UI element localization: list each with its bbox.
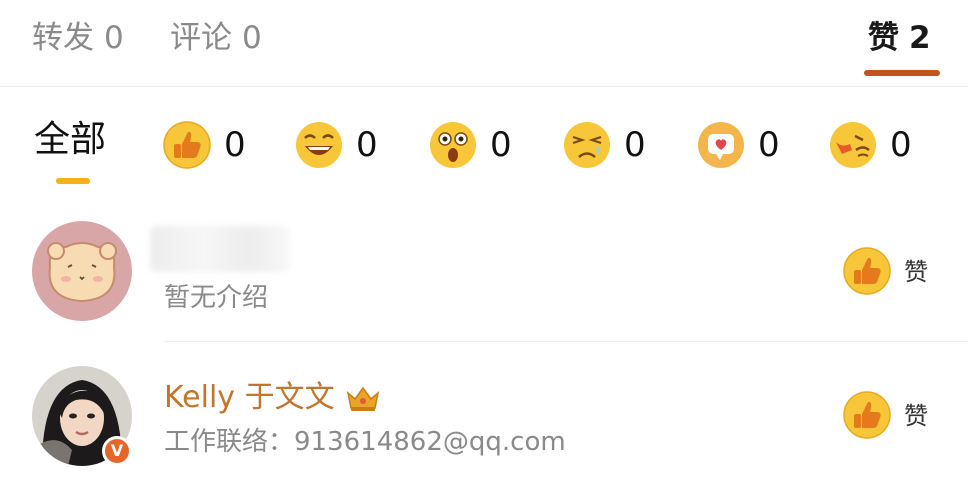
avatar[interactable]: [32, 221, 132, 321]
reaction-filter-row: 全部 0 0 0 0 0 0: [0, 86, 968, 198]
user-name[interactable]: Kelly 于文文: [164, 378, 335, 418]
like-button[interactable]: 赞: [842, 246, 942, 300]
reaction-sad-count: 0: [624, 125, 646, 165]
laughing-face-icon: [296, 122, 342, 168]
thumbs-up-icon: [843, 247, 891, 295]
like-label: 赞: [904, 402, 928, 430]
heart-hug-icon: [698, 122, 744, 168]
crown-icon: [346, 386, 380, 411]
thumbs-up-icon: [163, 121, 211, 169]
filter-all[interactable]: 全部: [34, 118, 106, 162]
reaction-wow-count: 0: [490, 125, 512, 165]
tab-comments[interactable]: 评论 0: [170, 14, 262, 62]
tab-comments-count: 0: [242, 20, 262, 56]
tab-reposts-label: 转发: [32, 20, 94, 56]
reaction-love-count: 0: [758, 125, 780, 165]
user-intro: 暂无介绍: [164, 283, 269, 313]
tab-likes[interactable]: 赞2: [868, 14, 931, 62]
surprised-face-icon: [430, 122, 476, 168]
like-button[interactable]: 赞: [842, 390, 942, 444]
tab-reposts[interactable]: 转发 0: [32, 14, 124, 62]
blurred-username[interactable]: [150, 226, 290, 272]
sad-face-icon: [564, 122, 610, 168]
thumbs-up-icon: [843, 391, 891, 439]
bear-avatar-icon: [32, 221, 132, 321]
angry-face-icon: [830, 122, 876, 168]
filter-all-indicator: [56, 178, 90, 184]
reaction-like-count: 0: [224, 125, 246, 165]
tab-bar: 转发 0 评论 0 赞2: [0, 0, 968, 87]
reaction-angry-count: 0: [890, 125, 912, 165]
verified-badge: V: [102, 436, 132, 466]
like-label: 赞: [904, 258, 928, 286]
tab-likes-count: 2: [909, 20, 931, 56]
tab-comments-label: 评论: [170, 20, 232, 56]
user-intro: 工作联络：913614862@qq.com: [164, 427, 566, 457]
row-divider: [165, 341, 968, 342]
tab-likes-label: 赞: [868, 20, 899, 56]
tab-reposts-count: 0: [104, 20, 124, 56]
reaction-haha-count: 0: [356, 125, 378, 165]
active-tab-indicator: [864, 70, 940, 76]
